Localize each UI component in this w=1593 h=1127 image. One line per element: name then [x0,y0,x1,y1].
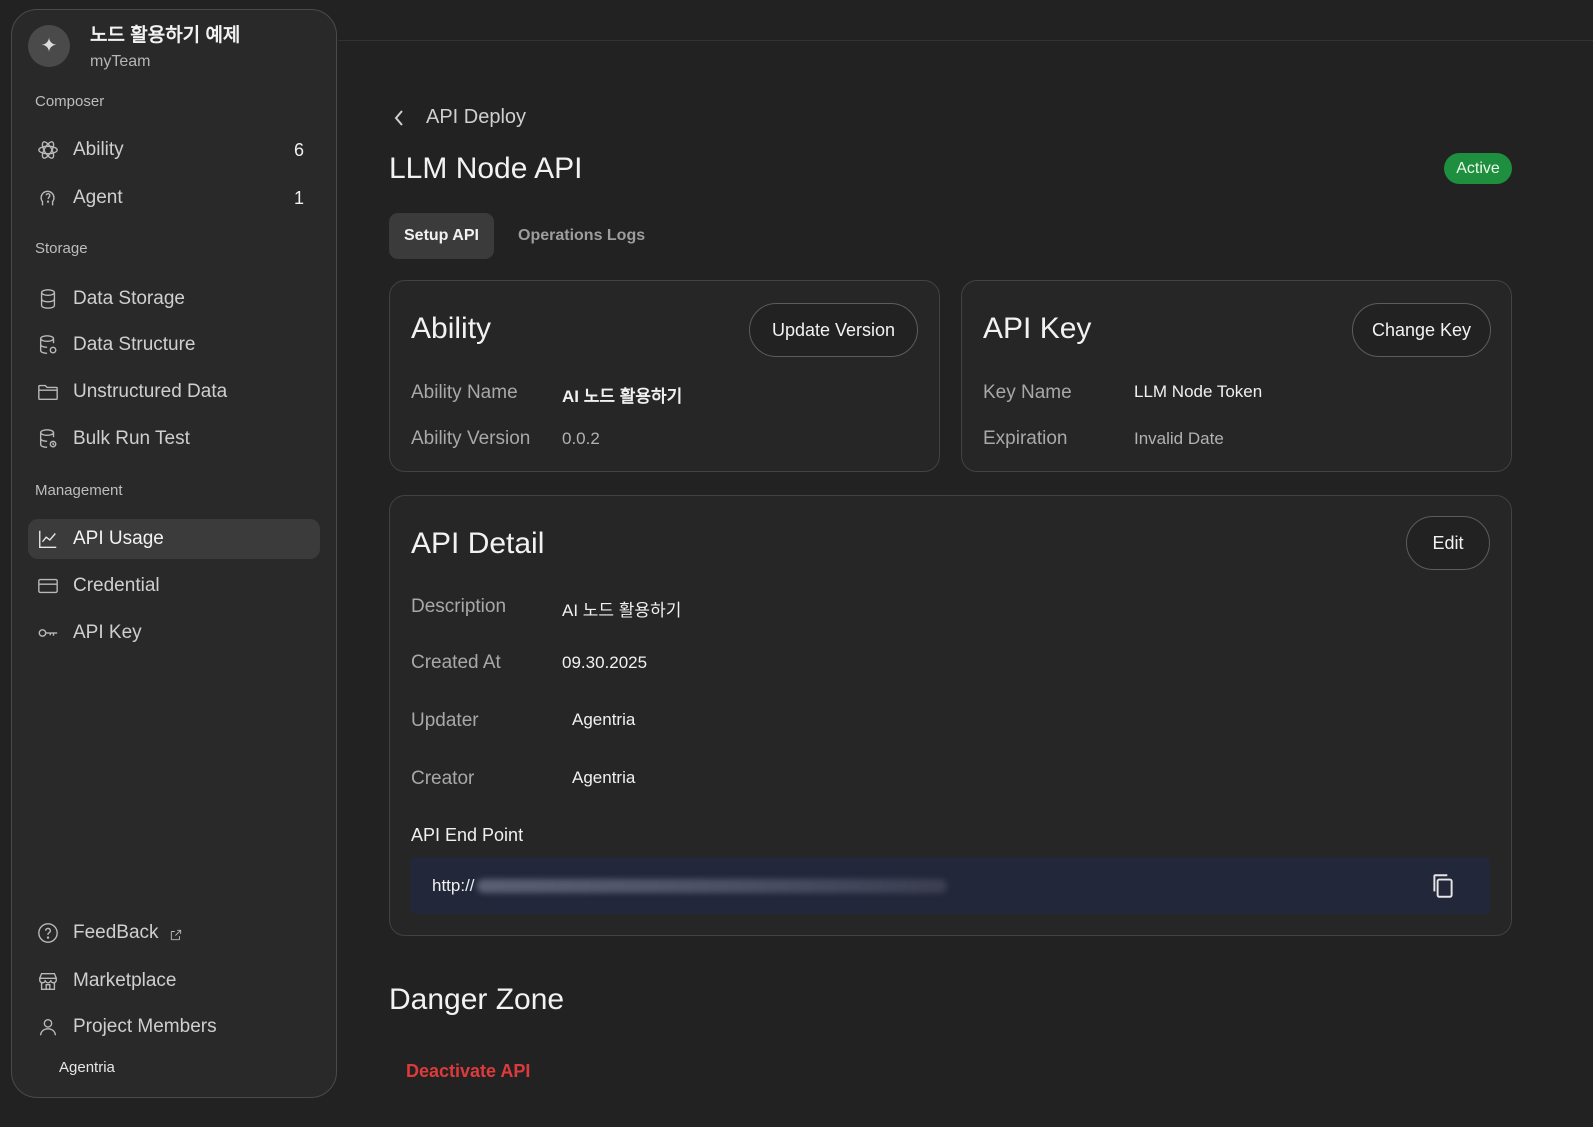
ability-version-value: 0.0.2 [562,429,600,448]
updater-label: Updater [411,710,479,731]
sidebar-item-data-structure[interactable]: Data Structure [28,325,320,365]
sidebar-item-label: FeedBack [73,922,159,943]
line-chart-icon [37,528,59,550]
tab-setup-api[interactable]: Setup API [389,213,494,259]
sidebar-item-project-members[interactable]: Project Members [28,1007,320,1047]
sidebar-item-count: 6 [293,139,304,160]
folder-icon [37,381,59,403]
danger-zone-title: Danger Zone [389,983,565,1016]
sidebar-item-bulk-run-test[interactable]: Bulk Run Test [28,419,320,459]
sidebar-item-label: Ability [73,139,124,160]
created-at-value: 09.30.2025 [562,653,648,672]
sidebar-item-label: Data Structure [73,334,196,355]
api-key-card: API Key Change Key Key Name LLM Node Tok… [961,280,1512,472]
ability-version-label: Ability Version [411,428,531,449]
team-name: myTeam [90,53,151,70]
key-name-value: LLM Node Token [1134,382,1263,401]
description-value: AI 노드 활용하기 [562,601,682,620]
sidebar-item-unstructured-data[interactable]: Unstructured Data [28,372,320,412]
ability-card: Ability Update Version Ability Name AI 노… [389,280,940,472]
back-link[interactable]: API Deploy [390,106,526,129]
chevron-left-icon [394,109,403,126]
header-divider [338,40,1593,41]
edit-button[interactable]: Edit [1406,516,1490,570]
status-badge: Active [1444,153,1512,184]
sidebar-item-label: Agent [73,187,123,208]
sidebar: ✦ 노드 활용하기 예제 myTeam Composer Ability 6 A… [11,9,337,1098]
member-name: Agentria [59,1059,115,1076]
endpoint-url-redacted [476,878,947,893]
endpoint-label: API End Point [411,825,524,845]
sidebar-item-label: Marketplace [73,970,177,991]
card-title: API Key [983,312,1092,345]
sparkle-icon: ✦ [28,24,70,67]
sidebar-item-label: Unstructured Data [73,381,228,402]
sidebar-item-label: Credential [73,575,160,596]
project-header[interactable]: ✦ 노드 활용하기 예제 myTeam [28,20,240,71]
key-name-label: Key Name [983,382,1072,403]
sidebar-item-data-storage[interactable]: Data Storage [28,279,320,319]
endpoint-field: http:// [410,857,1490,914]
section-label-storage: Storage [35,240,88,257]
ability-name-label: Ability Name [411,382,518,403]
database-run-icon [37,428,59,450]
external-link-icon [169,926,183,941]
sidebar-item-marketplace[interactable]: Marketplace [28,961,320,1001]
breadcrumb-label: API Deploy [426,106,527,128]
project-name: 노드 활용하기 예제 [90,25,241,46]
atom-icon [37,139,59,161]
update-version-button[interactable]: Update Version [749,303,918,357]
key-icon [37,622,59,644]
description-label: Description [411,596,507,617]
sidebar-item-label: Project Members [73,1016,217,1037]
deactivate-api-button[interactable]: Deactivate API [406,1061,530,1082]
updater-value: Agentria [572,710,636,729]
sidebar-item-ability[interactable]: Ability 6 [28,130,320,170]
sidebar-item-count: 1 [293,187,304,208]
database-icon [37,288,59,310]
help-circle-icon [37,922,59,944]
store-icon [37,970,59,992]
card-title: Ability [411,312,492,345]
sidebar-item-agent[interactable]: Agent 1 [28,178,320,218]
sidebar-item-feedback[interactable]: FeedBack [28,913,320,953]
sidebar-item-label: Bulk Run Test [73,428,190,449]
section-label-composer: Composer [35,93,105,110]
tab-operations-logs[interactable]: Operations Logs [503,213,660,259]
sidebar-item-label: API Usage [73,528,164,549]
page-title: LLM Node API [389,152,583,185]
ability-name-value: AI 노드 활용하기 [562,387,683,406]
copy-icon[interactable] [1430,872,1456,900]
created-at-label: Created At [411,652,501,673]
creator-label: Creator [411,768,475,789]
agent-head-icon [37,187,59,209]
credit-card-icon [37,575,59,597]
section-label-management: Management [35,482,123,499]
card-title: API Detail [411,527,545,560]
sidebar-item-api-usage[interactable]: API Usage [28,519,320,559]
expiration-label: Expiration [983,428,1068,449]
user-icon [37,1016,59,1038]
sidebar-item-credential[interactable]: Credential [28,566,320,606]
sidebar-item-label: Data Storage [73,288,185,309]
expiration-value: Invalid Date [1134,429,1224,448]
endpoint-url: http:// [432,875,475,895]
database-settings-icon [37,334,59,356]
creator-value: Agentria [572,768,636,787]
sidebar-item-label: API Key [73,622,142,643]
change-key-button[interactable]: Change Key [1352,303,1491,357]
sidebar-item-api-key[interactable]: API Key [28,613,320,653]
